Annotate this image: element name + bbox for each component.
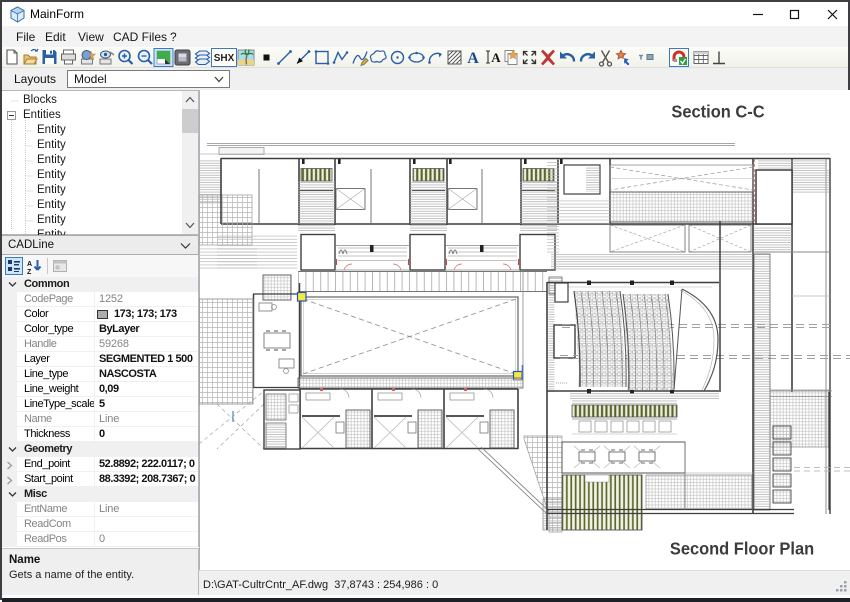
svg-text:SHX: SHX bbox=[214, 53, 235, 64]
svg-text:A: A bbox=[27, 261, 32, 268]
svg-text:Section C-C: Section C-C bbox=[671, 102, 764, 122]
svg-text:Z: Z bbox=[27, 269, 32, 274]
svg-text:A: A bbox=[467, 50, 479, 67]
svg-text:A: A bbox=[491, 50, 501, 65]
svg-text:Second Floor Plan: Second Floor Plan bbox=[670, 539, 814, 559]
